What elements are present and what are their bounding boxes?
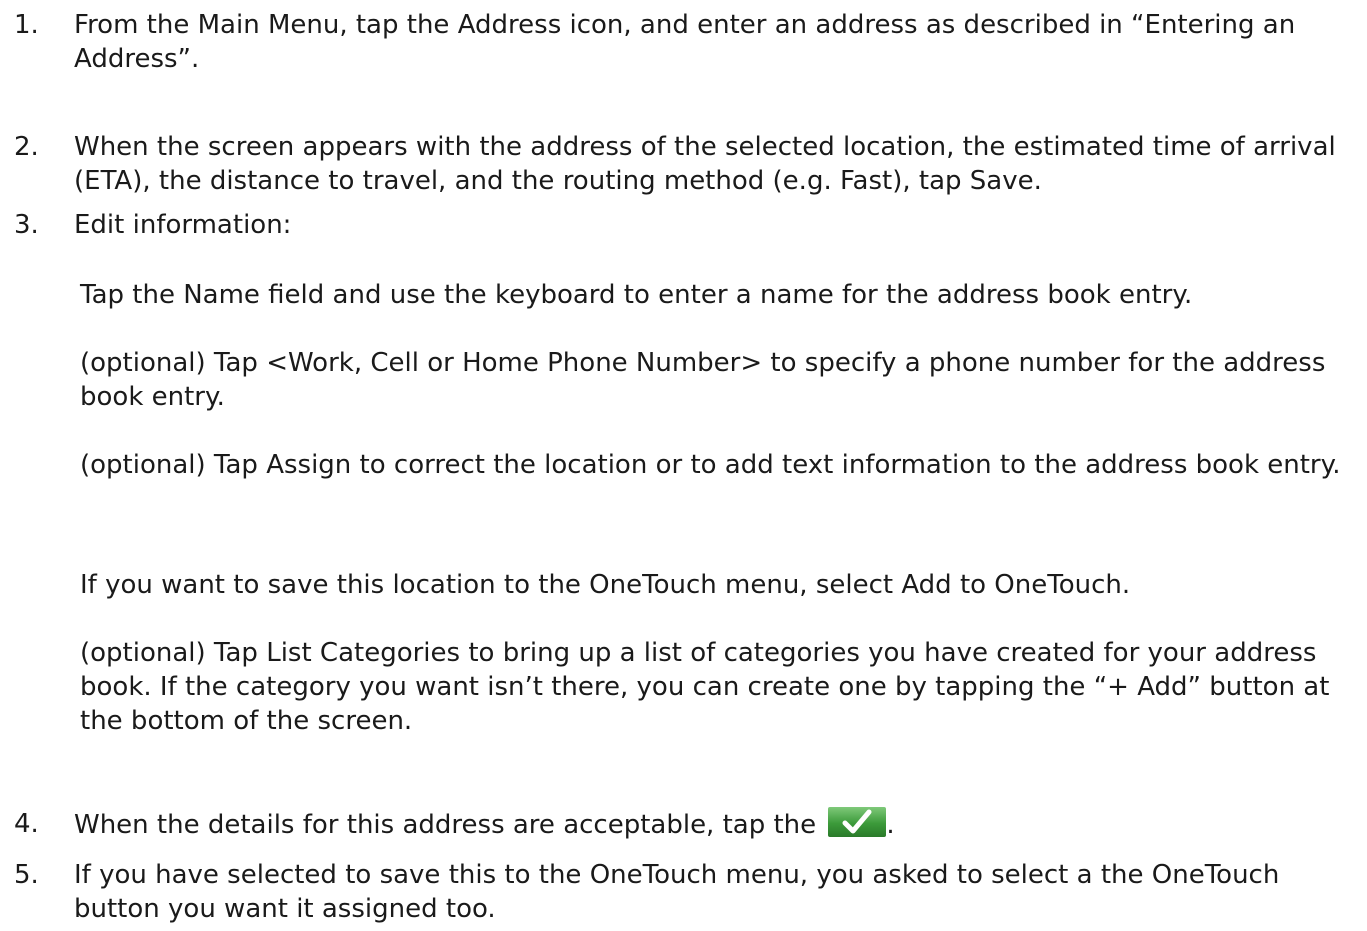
substep-name: Tap the Name field and use the keyboard … — [80, 280, 1193, 310]
step-4: 4. When the details for this address are… — [0, 807, 1367, 841]
step-number: 5. — [14, 860, 39, 890]
step-number: 4. — [14, 809, 39, 839]
instruction-document: 1. From the Main Menu, tap the Address i… — [0, 0, 1367, 931]
substep-categories: (optional) Tap List Categories to bring … — [80, 638, 1330, 736]
step-number: 3. — [14, 210, 39, 240]
step-1: 1. From the Main Menu, tap the Address i… — [0, 8, 1367, 78]
substep-onetouch: If you want to save this location to the… — [80, 570, 1131, 600]
step-5: 5. If you have selected to save this to … — [0, 858, 1367, 928]
step-number: 1. — [14, 10, 39, 40]
step-text: When the details for this address are ac… — [74, 807, 1364, 842]
step-text: When the screen appears with the address… — [74, 132, 1336, 196]
step-text-after: . — [886, 810, 895, 840]
checkmark-icon — [828, 807, 887, 837]
substep-assign: (optional) Tap Assign to correct the loc… — [80, 450, 1341, 480]
step-text: If you have selected to save this to the… — [74, 860, 1280, 924]
step-text-before: When the details for this address are ac… — [74, 810, 825, 840]
step-text: Edit information: — [74, 210, 292, 240]
step-text: From the Main Menu, tap the Address icon… — [74, 10, 1296, 74]
substep-phone: (optional) Tap <Work, Cell or Home Phone… — [80, 348, 1326, 412]
step-3: 3. Edit information: — [0, 208, 1367, 242]
step-2: 2. When the screen appears with the addr… — [0, 130, 1367, 200]
step-number: 2. — [14, 132, 39, 162]
